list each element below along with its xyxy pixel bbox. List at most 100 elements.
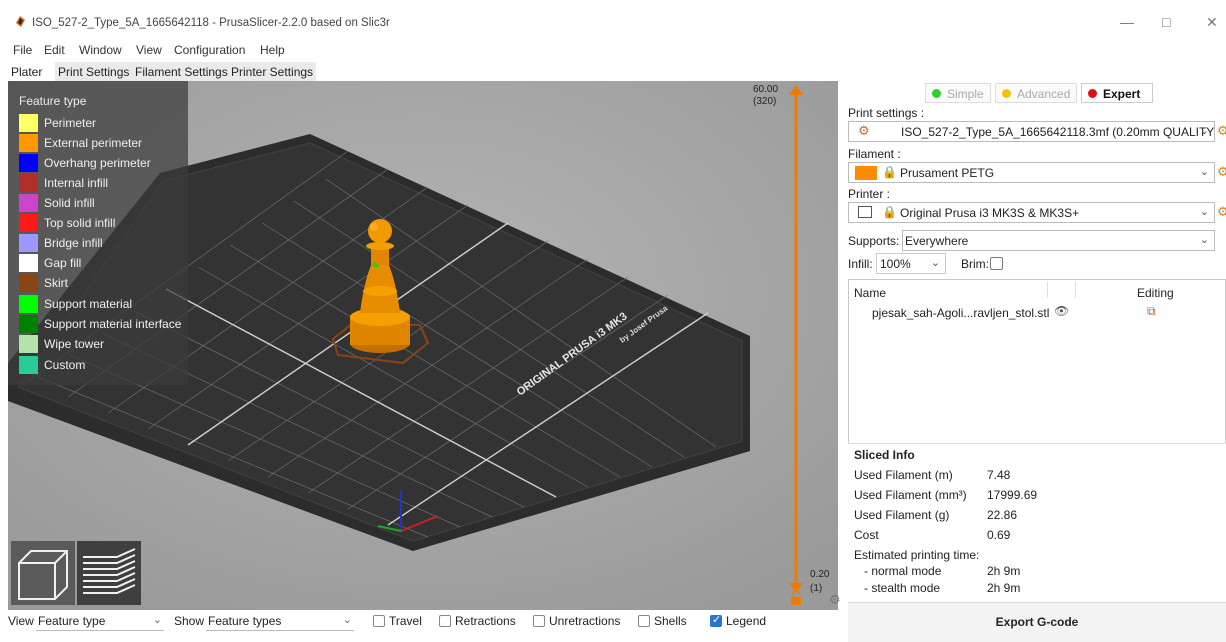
legend-swatch — [19, 154, 38, 172]
advanced-mode-dot-icon — [1002, 89, 1011, 98]
edit-settings-icon[interactable]: ⧉ — [1147, 304, 1156, 319]
tab-plater[interactable]: Plater — [8, 62, 46, 81]
menu-edit[interactable]: Edit — [44, 43, 65, 57]
legend-title: Feature type — [19, 94, 87, 108]
chevron-down-icon: ⌄ — [342, 614, 352, 626]
print-settings-label: Print settings : — [848, 106, 925, 120]
view-type-select[interactable]: Feature type ⌄ — [36, 612, 164, 631]
normal-mode-value: 2h 9m — [987, 564, 1021, 578]
chevron-down-icon: ⌄ — [152, 614, 162, 626]
legend-swatch — [19, 356, 38, 374]
menu-file[interactable]: File — [13, 43, 32, 57]
close-button[interactable]: ✕ — [1206, 14, 1218, 31]
estimated-time-label: Estimated printing time: — [854, 548, 980, 562]
lock-icon — [791, 597, 801, 605]
unretractions-label: Unretractions — [549, 614, 621, 628]
cube-icon — [18, 550, 68, 600]
sliced-info-panel: Sliced Info Used Filament (m) 7.48 Used … — [848, 443, 1226, 598]
mode-expert-button[interactable]: Expert — [1081, 83, 1153, 103]
print-settings-edit-icon[interactable]: ⚙ — [1217, 123, 1226, 139]
legend-swatch — [19, 114, 38, 132]
travel-label: Travel — [389, 614, 422, 628]
tab-bar: Plater Print Settings Filament Settings … — [0, 61, 1226, 81]
legend-swatch — [19, 295, 38, 313]
name-column-header: Name — [854, 286, 887, 300]
supports-label: Supports: — [848, 234, 900, 248]
show-select[interactable]: Feature types ⌄ — [206, 612, 354, 631]
stealth-mode-label: - stealth mode — [864, 581, 941, 595]
slider-track[interactable] — [781, 81, 811, 610]
printer-combo[interactable]: 🔒 Original Prusa i3 MK3S & MK3S+ ⌄ — [848, 202, 1215, 223]
legend-label: Legend — [726, 614, 767, 628]
used-filament-m-value: 7.48 — [987, 468, 1011, 482]
brim-checkbox[interactable] — [990, 257, 1003, 270]
layers-view-button[interactable] — [77, 541, 141, 605]
legend-checkbox[interactable] — [710, 613, 722, 627]
chevron-down-icon: ⌄ — [930, 257, 940, 269]
menu-help[interactable]: Help — [260, 43, 285, 57]
feature-type-legend: Feature type Perimeter External perimete… — [8, 81, 188, 385]
3d-view-button[interactable] — [11, 541, 75, 605]
menu-configuration[interactable]: Configuration — [174, 43, 245, 57]
filament-combo[interactable]: 🔒 Prusament PETG ⌄ — [848, 162, 1215, 183]
menu-bar: File Edit Window View Configuration Help — [0, 40, 1226, 60]
prusaslicer-logo-icon — [16, 16, 25, 27]
column-divider — [1075, 282, 1076, 298]
used-filament-mm3-label: Used Filament (mm³) — [854, 488, 967, 502]
legend-swatch — [19, 174, 38, 192]
slider-top-value: 60.00 — [753, 84, 779, 95]
print-settings-combo[interactable]: ⚙ ISO_527-2_Type_5A_1665642118.3mf (0.20… — [848, 121, 1215, 142]
column-divider — [1047, 282, 1048, 298]
tab-filament-settings[interactable]: Filament Settings — [132, 62, 231, 81]
used-filament-mm3-value: 17999.69 — [987, 488, 1038, 502]
used-filament-g-label: Used Filament (g) — [854, 508, 950, 522]
shells-label: Shells — [654, 614, 687, 628]
sliced-info-title: Sliced Info — [854, 448, 915, 462]
preset-cog-icon: ⚙ — [858, 123, 870, 138]
eye-icon[interactable]: 👁 — [1054, 304, 1069, 318]
view-label: View — [8, 614, 34, 628]
used-filament-m-label: Used Filament (m) — [854, 468, 953, 482]
cog-icon[interactable]: ⚙ — [829, 592, 841, 608]
cost-value: 0.69 — [987, 528, 1011, 542]
tab-printer-settings[interactable]: Printer Settings — [228, 62, 317, 81]
menu-window[interactable]: Window — [79, 43, 122, 57]
legend-swatch — [19, 315, 38, 333]
layer-slider[interactable]: 60.00 (320) 0.20 (1) ⚙ — [745, 81, 845, 610]
minimize-button[interactable]: — — [1120, 14, 1134, 30]
window-title: ISO_527-2_Type_5A_1665642118 - PrusaSlic… — [32, 17, 390, 29]
view-mode-buttons — [11, 541, 141, 605]
supports-combo[interactable]: Everywhere ⌄ — [902, 230, 1215, 251]
editing-column-header: Editing — [1137, 286, 1174, 300]
printer-edit-icon[interactable]: ⚙ — [1217, 204, 1226, 220]
menu-view[interactable]: View — [136, 43, 162, 57]
chevron-down-icon: ⌄ — [1199, 206, 1209, 218]
list-item[interactable]: pjesak_sah-Agoli...ravljen_stol.stl 👁 ⧉ — [849, 304, 1225, 322]
filament-color-swatch[interactable] — [855, 166, 877, 180]
printer-label: Printer : — [848, 187, 891, 201]
legend-swatch — [19, 335, 38, 353]
export-gcode-button[interactable]: Export G-code — [848, 602, 1226, 642]
legend-swatch — [19, 194, 38, 212]
preview-toolbar: View Feature type ⌄ Show Feature types ⌄… — [0, 611, 845, 632]
maximize-button[interactable]: □ — [1162, 14, 1170, 30]
legend-swatch — [19, 254, 38, 272]
brim-label: Brim: — [961, 257, 989, 271]
cost-label: Cost — [854, 528, 879, 542]
retractions-checkbox[interactable] — [439, 615, 451, 627]
title-bar: ISO_527-2_Type_5A_1665642118 - PrusaSlic… — [0, 0, 1226, 40]
used-filament-g-value: 22.86 — [987, 508, 1018, 522]
infill-combo[interactable]: 100% ⌄ — [876, 253, 946, 274]
slider-top-layer: (320) — [753, 96, 777, 107]
right-sidebar: Simple Advanced Expert Print settings : … — [845, 81, 1226, 642]
mode-advanced-button[interactable]: Advanced — [995, 83, 1077, 103]
unretractions-checkbox[interactable] — [533, 615, 545, 627]
lock-icon: 🔒 — [882, 205, 897, 219]
travel-checkbox[interactable] — [373, 615, 385, 627]
mode-simple-button[interactable]: Simple — [925, 83, 991, 103]
shells-checkbox[interactable] — [638, 615, 650, 627]
show-label: Show — [174, 614, 205, 628]
expert-mode-dot-icon — [1088, 89, 1097, 98]
tab-print-settings[interactable]: Print Settings — [55, 62, 133, 81]
filament-edit-icon[interactable]: ⚙ — [1217, 164, 1226, 180]
